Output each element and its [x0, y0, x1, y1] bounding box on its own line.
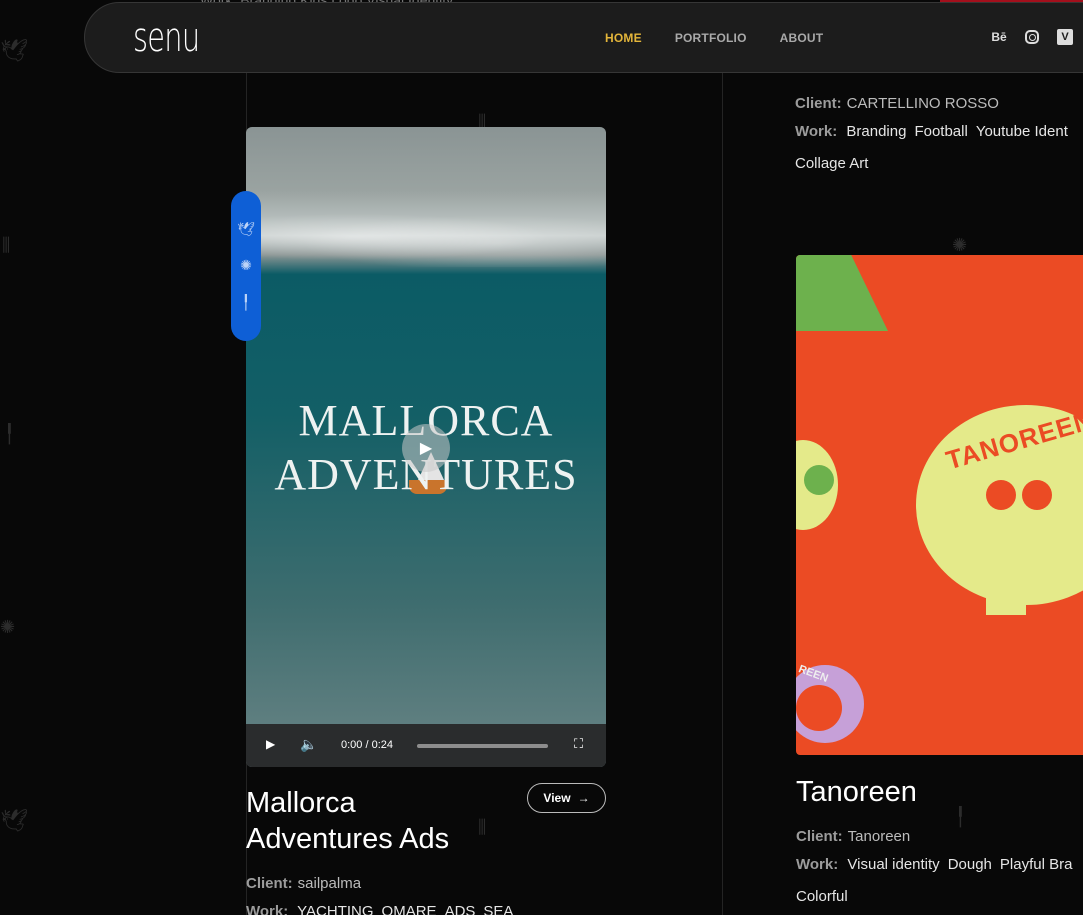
tower-decoration-icon: ⫼ — [478, 817, 487, 837]
volume-icon[interactable]: 🔈 — [300, 736, 317, 753]
figure-decoration-icon: ╿ — [4, 424, 15, 444]
project-title-line1[interactable]: Mallorca — [246, 785, 356, 821]
view-button-label: View — [543, 791, 571, 805]
client-row: Client: sailpalma — [246, 875, 361, 892]
sun-decoration-icon: ✺ — [0, 617, 16, 637]
smiley-eye — [986, 480, 1016, 510]
arrow-right-icon: → — [577, 791, 590, 805]
client-row: Client: Tanoreen — [796, 828, 910, 845]
vimeo-icon[interactable]: V — [1057, 29, 1073, 45]
work-row: Work: YACHTING OMARE ADS SEA — [246, 903, 521, 915]
client-label: Client: — [246, 875, 293, 892]
work-label: Work: — [246, 903, 289, 915]
project-title[interactable]: Tanoreen — [796, 774, 917, 810]
work-row-continued: Colorful — [796, 888, 856, 905]
site-header: senu HOME PORTFOLIO ABOUT Bē V — [84, 2, 1083, 73]
sun-icon[interactable]: ✺ — [240, 257, 252, 274]
main-nav: HOME PORTFOLIO ABOUT — [605, 31, 823, 45]
client-value: sailpalma — [297, 875, 362, 892]
client-row: Client: CARTELLINO ROSSO — [795, 95, 999, 112]
project-video[interactable]: MALLORCA ADVENTURES ▶ ▶ 🔈 0:00 / 0:24 ⛶ — [246, 127, 606, 767]
work-row-continued: Collage Art — [795, 155, 876, 172]
work-label: Work: — [795, 123, 838, 140]
view-button[interactable]: View → — [527, 783, 606, 813]
work-tag[interactable]: Collage Art — [795, 155, 868, 172]
figure-decoration-icon: ╿ — [955, 807, 966, 827]
video-progress-bar[interactable] — [417, 744, 548, 748]
work-tag[interactable]: Branding — [846, 123, 906, 140]
project-image-tanoreen[interactable]: TANOREEN REEN — [796, 255, 1083, 755]
play-overlay-icon[interactable]: ▶ — [402, 424, 450, 472]
client-value: CARTELLINO ROSSO — [846, 95, 999, 112]
side-leaf-inner — [804, 465, 834, 495]
client-value: Tanoreen — [847, 828, 911, 845]
client-label: Client: — [795, 95, 842, 112]
video-time: 0:00 / 0:24 — [341, 739, 393, 751]
social-links: Bē V — [991, 29, 1073, 45]
instagram-icon[interactable] — [1025, 30, 1039, 44]
behance-icon[interactable]: Bē — [991, 29, 1007, 45]
client-label: Client: — [796, 828, 843, 845]
logo[interactable]: senu — [133, 15, 200, 61]
work-tag[interactable]: OMARE — [382, 903, 437, 915]
smiley-stem — [986, 555, 1026, 615]
smiley-eye — [1022, 480, 1052, 510]
project-title-line2[interactable]: Adventures Ads — [246, 821, 449, 857]
bird-icon[interactable]: 🕊 — [237, 221, 255, 238]
video-controls: ▶ 🔈 0:00 / 0:24 ⛶ — [246, 724, 606, 767]
tower-decoration-icon: ⫼ — [2, 235, 11, 255]
nav-about[interactable]: ABOUT — [780, 31, 824, 45]
work-tag[interactable]: Visual identity — [847, 856, 939, 873]
work-tag[interactable]: SEA — [483, 903, 513, 915]
work-tag[interactable]: Colorful — [796, 888, 848, 905]
work-row: Work: Branding Football Youtube Ident — [795, 123, 1076, 140]
fullscreen-icon[interactable]: ⛶ — [574, 736, 583, 752]
work-tag[interactable]: Playful Bra — [1000, 856, 1073, 873]
work-tag[interactable]: Football — [914, 123, 967, 140]
floating-side-menu: 🕊 ✺ ╿ — [231, 191, 261, 341]
work-tag[interactable]: YACHTING — [297, 903, 373, 915]
work-tag[interactable]: ADS — [445, 903, 476, 915]
nav-home[interactable]: HOME — [605, 31, 642, 45]
badge-inner — [796, 685, 842, 731]
work-row: Work: Visual identity Dough Playful Bra — [796, 856, 1080, 873]
figure-icon[interactable]: ╿ — [242, 294, 250, 311]
bird-decoration-icon: 🕊 — [0, 38, 28, 63]
sun-decoration-icon: ✺ — [952, 235, 968, 255]
nav-portfolio[interactable]: PORTFOLIO — [675, 31, 747, 45]
video-clouds — [246, 207, 606, 267]
work-tag[interactable]: Dough — [948, 856, 992, 873]
column-divider — [722, 72, 723, 915]
play-icon[interactable]: ▶ — [266, 737, 275, 751]
bird-decoration-icon: 🕊 — [0, 808, 28, 833]
work-label: Work: — [796, 856, 839, 873]
green-sticker — [796, 255, 888, 331]
work-tag[interactable]: Youtube Ident — [976, 123, 1068, 140]
